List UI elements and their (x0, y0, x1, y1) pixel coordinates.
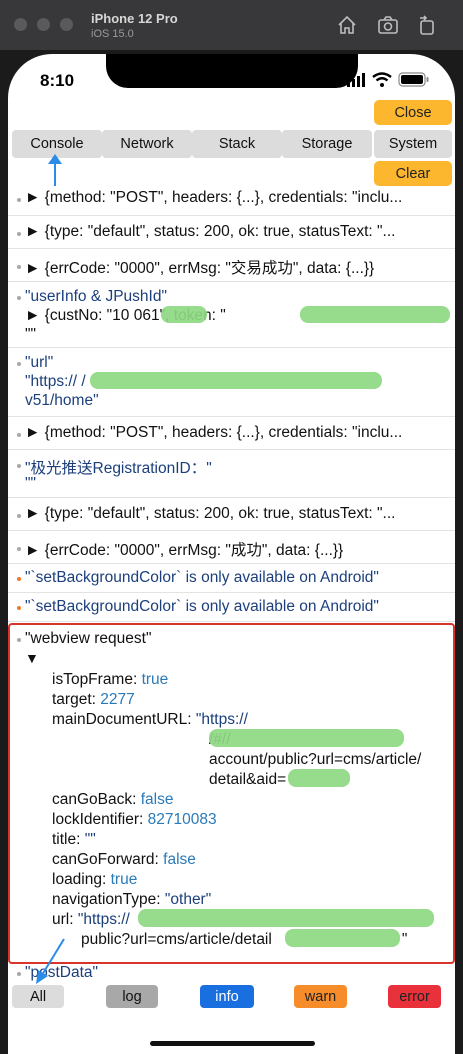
log-level-dot (17, 464, 21, 468)
log-level-dot (17, 232, 21, 236)
log-text: "`setBackgroundColor` is only available … (25, 598, 379, 615)
device-name: iPhone 12 Pro (91, 11, 178, 26)
log-entry[interactable]: ► {errCode: "0000", errMsg: "交易成功", data… (8, 249, 455, 282)
expand-arrow-icon[interactable]: ► (25, 189, 40, 206)
log-entry[interactable]: "postData" (8, 964, 455, 981)
phone-screen: 8:10 Console Network Stack Storage Syste… (8, 54, 455, 1054)
log-text: v51/home" (25, 392, 99, 409)
log-entry[interactable]: "userInfo & JPushId" ► {custNo: "10 061"… (8, 282, 455, 348)
log-level-dot (17, 577, 21, 581)
filter-log[interactable]: log (106, 985, 158, 1008)
redaction-mark (90, 372, 382, 389)
log-entry[interactable]: ► {method: "POST", headers: {...}, crede… (8, 182, 455, 216)
redaction-mark (209, 729, 404, 747)
log-level-dot (17, 362, 21, 366)
prop-target: target: 2277 (52, 691, 135, 708)
log-level-dot (17, 514, 21, 518)
highlighted-log-entry[interactable]: "webview request" ▼ isTopFrame: true tar… (8, 623, 455, 964)
log-entry[interactable]: ► {type: "default", status: 200, ok: tru… (8, 216, 455, 249)
status-icons (347, 72, 429, 87)
log-text: "userInfo & JPushId" (25, 288, 167, 305)
log-level-dot (17, 296, 21, 300)
prop-canGoForward: canGoForward: false (52, 851, 196, 868)
status-time: 8:10 (40, 71, 75, 90)
redaction-mark (285, 929, 400, 947)
notch (106, 54, 358, 88)
screenshot-icon[interactable] (377, 14, 399, 36)
close-window-icon[interactable] (14, 18, 27, 31)
expand-arrow-icon[interactable]: ► (25, 505, 40, 522)
filter-all[interactable]: All (12, 985, 64, 1008)
annotation-arrow-all (36, 938, 65, 984)
log-entry[interactable]: "url" "https:// / v51/home" (8, 348, 455, 417)
filter-info[interactable]: info (200, 985, 254, 1008)
log-level-dot (17, 198, 21, 202)
log-text: "" (25, 475, 37, 492)
prop-title: title: "" (52, 831, 96, 848)
tab-network[interactable]: Network (102, 130, 192, 158)
expand-arrow-icon[interactable]: ► (25, 260, 40, 277)
battery-icon (398, 72, 429, 87)
log-text: {errCode: "0000", errMsg: "成功", data: {.… (44, 542, 344, 559)
home-indicator (150, 1041, 315, 1046)
close-button[interactable]: Close (374, 100, 452, 125)
minimize-window-icon[interactable] (37, 18, 50, 31)
log-entry[interactable]: ► {method: "POST", headers: {...}, crede… (8, 417, 455, 450)
log-level-dot (17, 265, 21, 269)
log-entry[interactable]: ► {type: "default", status: 200, ok: tru… (8, 498, 455, 531)
log-level-dot (17, 638, 21, 642)
redaction-mark (288, 769, 350, 787)
log-text: {method: "POST", headers: {...}, credent… (44, 424, 403, 441)
log-level-dot (17, 972, 21, 976)
prop-navigationType: navigationType: "other" (52, 891, 212, 908)
log-level-dot (17, 433, 21, 437)
zoom-window-icon[interactable] (60, 18, 73, 31)
home-icon[interactable] (336, 14, 358, 36)
log-text: "url" (25, 354, 54, 371)
tab-storage[interactable]: Storage (282, 130, 372, 158)
redaction-mark (138, 909, 434, 927)
log-text: {errCode: "0000", errMsg: "交易成功", data: … (44, 260, 375, 277)
log-entry[interactable]: ► {errCode: "0000", errMsg: "成功", data: … (8, 531, 455, 564)
prop-mainDocumentURL: mainDocumentURL: "https:// (52, 711, 248, 728)
prop-isTopFrame: isTopFrame: true (52, 671, 169, 688)
log-level-dot (17, 547, 21, 551)
prop-canGoBack: canGoBack: false (52, 791, 174, 808)
filter-error[interactable]: error (388, 985, 441, 1008)
expand-arrow-icon[interactable]: ► (25, 223, 40, 240)
prop-loading: loading: true (52, 871, 138, 888)
tab-system[interactable]: System (374, 130, 452, 158)
os-version: iOS 15.0 (91, 28, 134, 40)
prop-url: url: "https:// (52, 911, 130, 928)
prop-mainDocumentURL-cont: detail&aid= (209, 771, 287, 788)
signal-icon (347, 73, 365, 87)
expand-arrow-icon[interactable]: ► (25, 542, 40, 559)
wifi-icon (372, 72, 392, 87)
tab-stack[interactable]: Stack (192, 130, 282, 158)
prop-mainDocumentURL-cont: account/public?url=cms/article/ (209, 751, 422, 768)
redaction-mark (300, 306, 450, 323)
collapse-arrow-icon[interactable]: ▼ (25, 650, 39, 666)
log-text: {method: "POST", headers: {...}, credent… (44, 189, 403, 206)
phone-frame: 8:10 Console Network Stack Storage Syste… (0, 50, 463, 1054)
simulator-title-bar: iPhone 12 Pro iOS 15.0 (0, 0, 463, 50)
filter-warn[interactable]: warn (294, 985, 347, 1008)
rotate-icon[interactable] (416, 14, 438, 36)
log-text: "`setBackgroundColor` is only available … (25, 569, 379, 586)
log-text: {type: "default", status: 200, ok: true,… (44, 223, 396, 240)
prop-lockIdentifier: lockIdentifier: 82710083 (52, 811, 217, 828)
expand-arrow-icon[interactable]: ► (25, 424, 40, 441)
arrow-head-icon (48, 154, 62, 164)
log-text: "webview request" (25, 630, 152, 647)
log-entry[interactable]: "极光推送RegistrationID：" "" (8, 450, 455, 498)
log-text: "postData" (25, 964, 99, 981)
log-entry-warn[interactable]: "`setBackgroundColor` is only available … (8, 564, 455, 593)
log-text: "" (25, 326, 37, 343)
redaction-mark (161, 306, 207, 323)
log-level-dot (17, 606, 21, 610)
log-text: {type: "default", status: 200, ok: true,… (44, 505, 396, 522)
log-entry-warn[interactable]: "`setBackgroundColor` is only available … (8, 593, 455, 622)
